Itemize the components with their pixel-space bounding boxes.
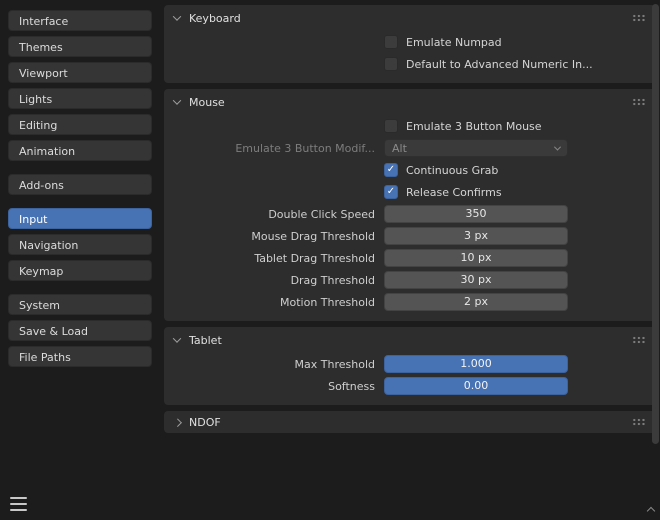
tablet-drag-threshold-label: Tablet Drag Threshold <box>164 252 384 265</box>
panel-tablet: Tablet Max Threshold 1.000 Softness 0.00 <box>164 327 656 405</box>
double-click-speed-label: Double Click Speed <box>164 208 384 221</box>
mouse-drag-threshold-field[interactable]: 3 px <box>384 227 568 245</box>
editor-type-menu-button[interactable] <box>10 497 27 511</box>
sidebar-item-addons[interactable]: Add-ons <box>8 174 152 195</box>
sidebar-item-themes[interactable]: Themes <box>8 36 152 57</box>
panel-title-ndof: NDOF <box>189 416 221 429</box>
chevron-down-icon <box>554 143 561 150</box>
panel-title-mouse: Mouse <box>189 96 225 109</box>
default-advanced-numeric-checkbox[interactable] <box>384 57 398 71</box>
sidebar-item-save-load[interactable]: Save & Load <box>8 320 152 341</box>
continuous-grab-label: Continuous Grab <box>406 164 498 177</box>
sidebar-item-animation[interactable]: Animation <box>8 140 152 161</box>
hamburger-icon <box>10 503 27 505</box>
row-release-confirms: Release Confirms <box>164 181 656 203</box>
row-emulate-numpad: Emulate Numpad <box>164 31 656 53</box>
sidebar-item-keymap[interactable]: Keymap <box>8 260 152 281</box>
chevron-down-icon <box>173 334 181 342</box>
sidebar-item-input[interactable]: Input <box>8 208 152 229</box>
modifier-dropdown-value: Alt <box>392 142 407 155</box>
sidebar-item-navigation[interactable]: Navigation <box>8 234 152 255</box>
drag-threshold-label: Drag Threshold <box>164 274 384 287</box>
max-threshold-slider[interactable]: 1.000 <box>384 355 568 373</box>
emulate-3-button-label: Emulate 3 Button Mouse <box>406 120 542 133</box>
sidebar-item-lights[interactable]: Lights <box>8 88 152 109</box>
sidebar-item-viewport[interactable]: Viewport <box>8 62 152 83</box>
sidebar-item-editing[interactable]: Editing <box>8 114 152 135</box>
row-continuous-grab: Continuous Grab <box>164 159 656 181</box>
panel-keyboard-header[interactable]: Keyboard <box>164 5 656 31</box>
drag-grip-icon[interactable] <box>632 418 646 426</box>
row-double-click-speed: Double Click Speed 350 <box>164 203 656 225</box>
row-motion-threshold: Motion Threshold 2 px <box>164 291 656 313</box>
drag-grip-icon[interactable] <box>632 98 646 106</box>
scrollbar[interactable] <box>652 4 659 486</box>
modifier-label: Emulate 3 Button Modif... <box>164 142 384 155</box>
row-tablet-drag-threshold: Tablet Drag Threshold 10 px <box>164 247 656 269</box>
panel-title-tablet: Tablet <box>189 334 222 347</box>
release-confirms-checkbox[interactable] <box>384 185 398 199</box>
row-emulate-3-button: Emulate 3 Button Mouse <box>164 115 656 137</box>
hamburger-icon <box>10 509 27 511</box>
row-max-threshold: Max Threshold 1.000 <box>164 353 656 375</box>
row-modifier: Emulate 3 Button Modif... Alt <box>164 137 656 159</box>
sidebar-item-system[interactable]: System <box>8 294 152 315</box>
row-mouse-drag-threshold: Mouse Drag Threshold 3 px <box>164 225 656 247</box>
sidebar-item-file-paths[interactable]: File Paths <box>8 346 152 367</box>
chevron-down-icon <box>173 12 181 20</box>
scrollbar-thumb[interactable] <box>652 4 659 444</box>
panel-mouse-header[interactable]: Mouse <box>164 89 656 115</box>
preferences-window: Interface Themes Viewport Lights Editing… <box>0 0 660 520</box>
sidebar-item-interface[interactable]: Interface <box>8 10 152 31</box>
double-click-speed-field[interactable]: 350 <box>384 205 568 223</box>
mouse-drag-threshold-label: Mouse Drag Threshold <box>164 230 384 243</box>
continuous-grab-checkbox[interactable] <box>384 163 398 177</box>
chevron-down-icon <box>173 96 181 104</box>
row-softness: Softness 0.00 <box>164 375 656 397</box>
softness-slider[interactable]: 0.00 <box>384 377 568 395</box>
panel-ndof-header[interactable]: NDOF <box>164 411 656 433</box>
drag-threshold-field[interactable]: 30 px <box>384 271 568 289</box>
hamburger-icon <box>10 497 27 499</box>
emulate-3-button-checkbox[interactable] <box>384 119 398 133</box>
tablet-drag-threshold-field[interactable]: 10 px <box>384 249 568 267</box>
emulate-numpad-checkbox[interactable] <box>384 35 398 49</box>
motion-threshold-field[interactable]: 2 px <box>384 293 568 311</box>
chevron-right-icon <box>173 418 181 426</box>
panel-keyboard: Keyboard Emulate Numpad Default to Advan… <box>164 5 656 83</box>
row-drag-threshold: Drag Threshold 30 px <box>164 269 656 291</box>
motion-threshold-label: Motion Threshold <box>164 296 384 309</box>
chevron-up-icon <box>647 507 655 515</box>
drag-grip-icon[interactable] <box>632 336 646 344</box>
softness-label: Softness <box>164 380 384 393</box>
release-confirms-label: Release Confirms <box>406 186 502 199</box>
emulate-numpad-label: Emulate Numpad <box>406 36 502 49</box>
drag-grip-icon[interactable] <box>632 14 646 22</box>
max-threshold-label: Max Threshold <box>164 358 384 371</box>
row-default-advanced-numeric: Default to Advanced Numeric In... <box>164 53 656 75</box>
preferences-sidebar: Interface Themes Viewport Lights Editing… <box>8 10 152 372</box>
panel-title-keyboard: Keyboard <box>189 12 241 25</box>
panel-ndof: NDOF <box>164 411 656 433</box>
preferences-main: Keyboard Emulate Numpad Default to Advan… <box>164 5 656 439</box>
modifier-dropdown[interactable]: Alt <box>384 139 568 157</box>
panel-mouse: Mouse Emulate 3 Button Mouse Emulate 3 B… <box>164 89 656 321</box>
panel-tablet-header[interactable]: Tablet <box>164 327 656 353</box>
default-advanced-numeric-label: Default to Advanced Numeric In... <box>406 58 593 71</box>
